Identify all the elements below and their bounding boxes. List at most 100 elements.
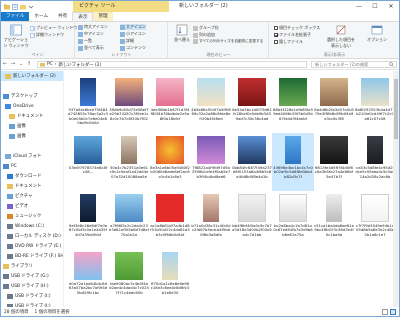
tab-view[interactable]: 表示 [72, 12, 94, 21]
nav-item[interactable]: 画像 [1, 121, 63, 131]
nav-item[interactable]: ピクチャ [1, 191, 63, 201]
file-item[interactable]: 8a4d6b2fa3d57a5c879e3f6fb8c8f9df4a9e3cc6… [313, 75, 355, 133]
forward-button[interactable]: → [9, 59, 17, 70]
breadcrumb-pc[interactable]: PC [47, 62, 53, 67]
nav-item[interactable]: iCloud フォト [1, 151, 63, 161]
hidden-items-checkbox[interactable] [274, 40, 278, 44]
layout-xl-icons[interactable]: 特大アイコン [78, 24, 108, 30]
file-ext-checkbox[interactable] [274, 33, 278, 37]
nav-item[interactable]: Windows (C:) [1, 221, 63, 231]
file-item[interactable]: fae9080ac3c4b0f4ad2ae4c4dad4c7c0257f71c4… [108, 249, 150, 307]
up-button[interactable]: ↑ [25, 59, 33, 70]
file-item[interactable]: 4ae36bb1b67f1d3f4f80f4b76bdbde2e5a8f0a18… [149, 75, 191, 133]
file-item[interactable]: bc2e8ba4c1b7d61a0c87ed84fb7e3d9b6b6e61a7… [272, 191, 314, 249]
tab-home[interactable]: ホーム [29, 12, 53, 21]
hidden-items-toggle[interactable]: 隠しファイル [274, 39, 303, 45]
hide-selected-icon [336, 25, 346, 35]
file-item[interactable]: 43696e4bc1bc4c7c0b02af0c5d6f8e0bb4b82d3c… [272, 133, 314, 191]
file-item[interactable]: 50a4c7b2351a0e61c9c2c5eaf1a42dd4e07a32d1… [108, 133, 150, 191]
file-item[interactable]: ac1a8b81df7a4b1d8f51b50d22c4da81a5b3c0f6… [149, 191, 191, 249]
chevron-down-icon[interactable] [28, 4, 34, 10]
file-name: fae9080ac3c4b0f4ad2ae4c4dad4c7c0257f71c4… [109, 282, 149, 295]
nav-item[interactable]: PC [1, 161, 63, 171]
file-item[interactable]: a7f66f5c2c2da4c23e3d81ef5f4b6d7d8ef70a1b… [108, 191, 150, 249]
breadcrumb-current[interactable]: 新しいフォルダー (2) [58, 62, 101, 68]
layout-list[interactable]: 一覧 [78, 38, 92, 44]
maximize-button[interactable]: ☐ [367, 1, 383, 12]
search-input[interactable]: 新しいフォルダー (2)の検索 [311, 61, 397, 68]
options-button[interactable]: オプション [364, 24, 390, 43]
nav-item[interactable]: ドキュメント [1, 111, 63, 121]
layout-small-icons[interactable]: 小アイコン [120, 31, 146, 37]
large-icons-view-toggle[interactable] [390, 309, 396, 315]
file-item[interactable]: 7f8822a4f9fd97d5b3398b1efe4f0ab5e7b3ff4b… [190, 133, 232, 191]
file-item[interactable]: 537a5ec8bce75f484d745655c76ac3a2c3b0e05b… [67, 75, 109, 133]
nav-item[interactable]: 画像 [1, 131, 63, 141]
scrollbar-thumb[interactable] [394, 79, 398, 139]
file-item[interactable]: 8b8f292553b4a4d77b21f4e0cd49f7c2c0a61c07… [354, 75, 396, 133]
file-item[interactable]: 6613fe4d5ff3f4d0f6c6a3b5fa27a4e86bf5e47b… [313, 133, 355, 191]
file-ext-toggle[interactable]: ファイル名拡張子 [274, 32, 311, 38]
vertical-scrollbar[interactable] [393, 71, 399, 307]
file-item[interactable]: 6e54e3bc1d0f79d61fc28bcf0c0de9b3d39ad7c3… [231, 75, 273, 133]
file-item[interactable]: 0bb84fc64f7f49a237e6f0153a6a4f6b5c8a4fd8… [231, 133, 273, 191]
nav-item[interactable]: USB ドライブ (I:) [1, 291, 63, 301]
nav-item[interactable]: ローカル ディスク (D:) [1, 231, 63, 241]
properties-icon[interactable] [12, 3, 18, 10]
new-folder-icon[interactable] [20, 4, 26, 10]
file-item[interactable]: 68b4f128e1efb8f9a59ed4066c59f3b0d5b67fa4… [272, 75, 314, 133]
nav-item[interactable]: デスクトップ [1, 91, 63, 101]
back-button[interactable]: ← [1, 59, 9, 70]
nav-item[interactable]: ビデオ [1, 201, 63, 211]
file-item[interactable]: 9ef3e8c26e6df7e0a87c0bf3c0a1e4a35f4d7a39… [67, 191, 109, 249]
minimize-button[interactable]: — [351, 1, 367, 12]
nav-item[interactable]: USB ドライブ (G:) [1, 271, 63, 281]
explorer-window: ピクチャ ツール 新しいフォルダー (2) — ☐ ✕ ファイル ホーム 共有 … [0, 0, 400, 317]
nav-item[interactable]: ダウンロード [1, 171, 63, 181]
layout-medium-icons[interactable]: 中アイコン [78, 31, 104, 37]
nav-pane-button[interactable]: ナビゲーション ウィンドウ [3, 24, 29, 49]
details-view-toggle[interactable] [382, 309, 388, 315]
file-item[interactable]: 03e0f7978574e8c8fc48... [67, 133, 109, 191]
nav-item[interactable]: ライブラリ [1, 261, 63, 271]
nav-item[interactable]: ドキュメント [1, 181, 63, 191]
file-item[interactable]: 4b5e88c504f7a5ff0669c32a2a88c8fde8ef1f0b… [190, 75, 232, 133]
file-thumbnail [361, 194, 389, 222]
file-item[interactable]: b71a0d38c31c4fa0dc2fd87b5edca4f5bb0f8e3a… [190, 191, 232, 249]
file-item[interactable]: 8e3a1a6b05a9480f2b3060e8ade8ef2ac6c0c4b1… [149, 133, 191, 191]
file-item[interactable]: 39db9c65d73e08ef7e29b74287c3f0ee1c8c0c7b… [108, 75, 150, 133]
fit-columns-button[interactable]: すべての列のサイズを自動的に変更する [193, 39, 263, 44]
address-bar[interactable]: PC › 新しいフォルダー (2) [37, 61, 307, 68]
nav-item[interactable]: USB ドライブ (H:) [1, 281, 63, 291]
layout-details[interactable]: 詳細 [120, 38, 134, 44]
pane-divider[interactable] [63, 71, 64, 307]
nav-item[interactable]: 新しいフォルダー (2) [1, 71, 63, 81]
group-by-button[interactable]: グループ化 [193, 25, 219, 31]
file-item[interactable]: ff70d1a1c8e8e9e96c18e3c8ea0c8d6fc3b1e8e3… [149, 249, 191, 307]
nav-item[interactable]: ミュージック [1, 211, 63, 221]
file-item[interactable]: ca53c5d8fe4c95d2fdce5c95aea4c5c0ad14a2d2… [354, 133, 396, 191]
file-item[interactable]: bb4f6bf4f0a0c9c7b7a3d18e3d00b2f04d2a4c7d… [231, 191, 273, 249]
file-item[interactable]: c7f7f9d3049e94b1d05d8b5a8e3e2c48e2b1a6c1… [354, 191, 396, 249]
nav-item[interactable]: DVD RW ドライブ (E:) [1, 241, 63, 251]
tab-file[interactable]: ファイル [1, 12, 30, 21]
file-item[interactable]: c51ca1ba4da8ee61e9bc4f6d1f3c36d3e4f0c1ba… [313, 191, 355, 249]
tab-share[interactable]: 共有 [53, 12, 72, 21]
sort-button[interactable]: 並べ替え [172, 24, 192, 43]
file-thumbnail [238, 194, 266, 222]
close-button[interactable]: ✕ [383, 1, 399, 12]
details-pane-button[interactable]: 詳細ウィンドウ [30, 32, 64, 38]
layout-large-icons[interactable]: 大アイコン [120, 24, 146, 30]
hide-selected-button[interactable]: 選択した項目を表示しない [326, 24, 356, 49]
add-columns-button[interactable]: 列の追加 [193, 32, 215, 38]
layout-tiles[interactable]: 並べて表示 [78, 45, 104, 51]
recent-button[interactable]: ⌄ [17, 59, 25, 70]
tab-manage[interactable]: 管理 [93, 12, 113, 21]
item-checkbox-toggle[interactable]: 項目チェック ボックス [274, 25, 320, 31]
layout-content[interactable]: コンテンツ [120, 45, 146, 51]
preview-pane-button[interactable]: プレビュー ウィンドウ [30, 25, 77, 31]
nav-item[interactable]: BD-RE ドライブ (F:) SHA [1, 251, 63, 261]
file-item[interactable]: d0a72a1ea64b4c8d63a57ba2bc7af0f4d5bd2f9c… [67, 249, 109, 307]
item-checkbox[interactable] [274, 26, 278, 30]
nav-item[interactable]: OneDrive [1, 101, 63, 111]
